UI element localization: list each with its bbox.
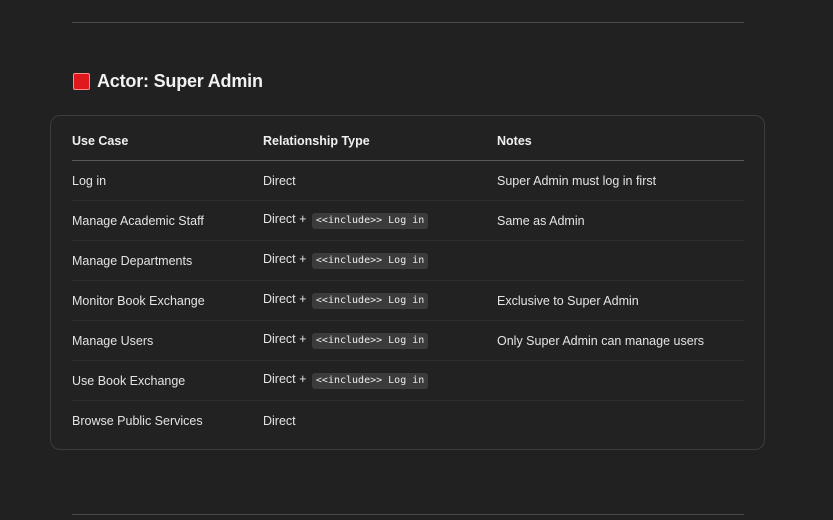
page: Actor: Super Admin Use Case Relationship… (0, 0, 833, 520)
use-case-cell: Browse Public Services (72, 413, 203, 428)
relationship-type-cell: Direct + <<include>> Log in (263, 200, 497, 241)
table-row: Browse Public Services Direct (72, 401, 744, 441)
notes-cell: Super Admin must log in first (497, 160, 744, 201)
table-header-row: Use Case Relationship Type Notes (72, 121, 744, 161)
use-case-cell: Monitor Book Exchange (72, 280, 263, 321)
table-row: Manage Departments Direct + <<include>> L… (72, 240, 744, 281)
use-case-cell: Manage Departments (72, 240, 263, 281)
relationship-type-cell: Direct + <<include>> Log in (263, 320, 497, 361)
relationship-type-text: Direct + (263, 212, 307, 226)
relationship-type-text: Direct (263, 173, 296, 188)
relationship-type-cell: Direct + <<include>> Log in (263, 360, 497, 401)
section-heading: Actor: Super Admin (73, 69, 263, 93)
include-code-badge: <<include>> Log in (311, 293, 429, 309)
use-case-table-card: Use Case Relationship Type Notes Log in D… (50, 115, 765, 450)
include-code-badge: <<include>> Log in (311, 333, 429, 349)
include-code-badge: <<include>> Log in (311, 213, 429, 229)
notes-cell: Only Super Admin can manage users (497, 320, 744, 361)
relationship-type-cell: Direct (263, 160, 497, 201)
notes-cell: Same as Admin (497, 200, 744, 241)
include-code-badge: <<include>> Log in (311, 373, 429, 389)
use-case-table: Use Case Relationship Type Notes Log in D… (72, 121, 744, 440)
column-header-use-case: Use Case (72, 121, 263, 161)
use-case-cell: Manage Users (72, 320, 263, 361)
use-case-cell: Use Book Exchange (72, 360, 263, 401)
table-row: Manage Users Direct + <<include>> Log in O… (72, 320, 744, 361)
table-row: Monitor Book Exchange Direct + <<include>… (72, 280, 744, 321)
notes-cell (497, 240, 744, 281)
bottom-divider (72, 514, 744, 515)
notes-cell: Exclusive to Super Admin (497, 280, 744, 321)
table-row: Log in Direct Super Admin must log in firs… (72, 160, 744, 201)
column-header-relationship-type: Relationship Type (263, 121, 497, 161)
relationship-type-text: Direct + (263, 292, 307, 306)
column-header-notes: Notes (497, 121, 744, 161)
relationship-type-text: Direct + (263, 332, 307, 346)
relationship-type-text: Direct (263, 413, 296, 428)
use-case-cell: Log in (72, 160, 263, 201)
table-row: Use Book Exchange Direct + <<include>> Lo… (72, 360, 744, 401)
include-code-badge: <<include>> Log in (311, 253, 429, 269)
relationship-type-cell: Direct + <<include>> Log in (263, 280, 497, 321)
notes-cell (497, 401, 744, 441)
table-row: Manage Academic Staff Direct + <<include>… (72, 200, 744, 241)
top-divider (72, 22, 744, 23)
relationship-type-text: Direct + (263, 372, 307, 386)
section-title: Actor: Super Admin (97, 70, 263, 91)
use-case-cell: Manage Academic Staff (72, 200, 263, 241)
relationship-type-cell: Direct (263, 401, 497, 441)
relationship-type-cell: Direct + <<include>> Log in (263, 240, 497, 281)
notes-cell (497, 360, 744, 401)
relationship-type-text: Direct + (263, 252, 307, 266)
red-square-icon (73, 72, 90, 90)
